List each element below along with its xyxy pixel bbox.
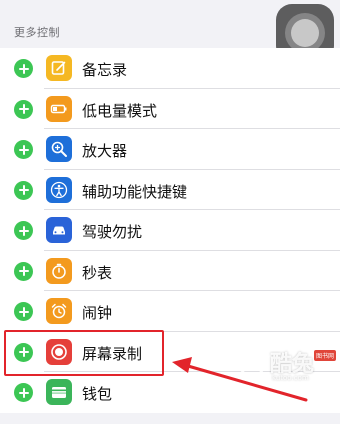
watermark: 酷兔 图书网 kutoo.com	[232, 344, 336, 388]
watermark-url: kutoo.com	[272, 374, 309, 382]
watermark-badge: 图书网	[314, 350, 336, 361]
watermark-logo-icon	[238, 350, 266, 378]
